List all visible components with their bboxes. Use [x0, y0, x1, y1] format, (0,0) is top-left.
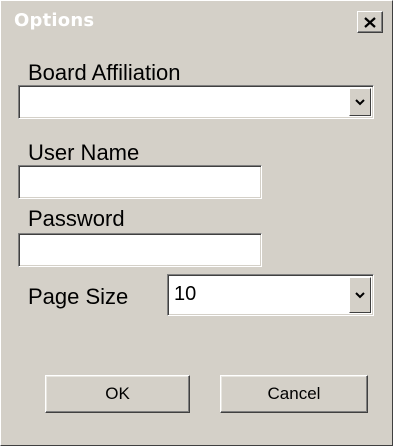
page-size-dropdown[interactable]: 10: [167, 274, 374, 316]
chevron-down-icon: [355, 98, 365, 105]
window-title: Options: [14, 10, 95, 31]
user-name-label: User Name: [28, 140, 140, 165]
options-dialog: Options Board Affiliation User Name Pass…: [0, 0, 393, 446]
password-label: Password: [28, 206, 125, 231]
page-size-label: Page Size: [28, 284, 129, 309]
ok-button[interactable]: OK: [45, 375, 190, 413]
password-field[interactable]: [18, 233, 262, 267]
title-bar[interactable]: Options: [4, 4, 389, 38]
user-name-field[interactable]: [18, 165, 262, 199]
chevron-down-icon: [355, 291, 365, 298]
page-size-value: 10: [174, 283, 197, 305]
page-size-dropdown-button[interactable]: [349, 277, 371, 313]
board-affiliation-dropdown-button[interactable]: [349, 88, 371, 116]
cancel-button[interactable]: Cancel: [220, 375, 368, 413]
close-icon: [364, 16, 376, 28]
board-affiliation-dropdown[interactable]: [18, 85, 374, 119]
close-button[interactable]: [357, 11, 383, 33]
board-affiliation-label: Board Affiliation: [28, 60, 181, 85]
